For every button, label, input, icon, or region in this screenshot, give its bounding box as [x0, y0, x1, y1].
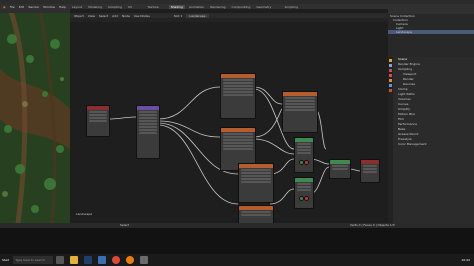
material-tab-icon[interactable] — [389, 89, 392, 92]
material-output-node-header — [361, 160, 379, 164]
menu-edit[interactable]: Edit — [19, 5, 25, 9]
mapping-node[interactable] — [136, 105, 160, 159]
menu-window[interactable]: Window — [43, 5, 55, 9]
input-node[interactable] — [86, 105, 110, 137]
image-texture-node-1[interactable] — [220, 73, 256, 119]
image-texture-node-4-header — [239, 206, 273, 210]
output-tab-icon[interactable] — [389, 64, 392, 67]
file-explorer-icon[interactable] — [70, 256, 79, 264]
task-view-icon[interactable] — [56, 256, 65, 264]
modifier-tab-icon[interactable] — [389, 84, 392, 87]
tab-sculpting[interactable]: Sculpting — [106, 5, 124, 9]
start-button[interactable]: Start — [2, 258, 9, 262]
blender-logo-icon[interactable]: ◉ — [3, 5, 6, 9]
node-editor-subheader — [70, 18, 388, 22]
image-viewer[interactable] — [0, 9, 70, 223]
store-icon[interactable] — [98, 256, 107, 264]
tab-rendering[interactable]: Rendering — [208, 5, 227, 9]
outliner-row-selected[interactable]: Landscape — [388, 30, 474, 34]
menu-help[interactable]: Help — [59, 5, 66, 9]
status-left: Select — [120, 223, 130, 227]
tab-compositing[interactable]: Compositing — [230, 5, 253, 9]
color-socket[interactable] — [304, 196, 309, 201]
properties-tab-strip[interactable] — [388, 57, 393, 223]
object-tab-icon[interactable] — [389, 79, 392, 82]
search-placeholder: Type here to search — [15, 258, 45, 262]
material-name-label: Landscape — [76, 212, 93, 216]
outliner[interactable]: Scene Collection Collection Camera Light… — [388, 9, 474, 57]
tab-scripting[interactable]: Scripting — [283, 5, 300, 9]
shader-node-editor[interactable]: Landscape — [70, 9, 388, 225]
color-socket[interactable] — [304, 160, 309, 165]
header-view[interactable]: View — [88, 14, 95, 18]
tab-geometry-nodes[interactable]: Geometry Nodes — [254, 5, 280, 13]
render-tab-icon[interactable] — [389, 59, 392, 62]
texture-preview-image — [0, 9, 70, 223]
clock[interactable]: 10:42 — [461, 258, 470, 262]
taskbar: Start Type here to search 10:42 — [0, 254, 474, 266]
image-texture-node-2-header — [221, 128, 255, 132]
tab-animation[interactable]: Animation — [187, 5, 206, 9]
bsdf-node-2-header — [295, 178, 313, 182]
image-viewer-header — [0, 9, 70, 13]
tab-layout[interactable]: Layout — [70, 5, 84, 9]
image-texture-node-1-header — [221, 74, 255, 78]
slot-dropdown[interactable]: Slot 1 — [174, 14, 183, 18]
tab-uv-editing[interactable]: UV Editing — [126, 5, 144, 13]
tab-texture-paint[interactable]: Texture Paint — [146, 5, 167, 13]
menu-render[interactable]: Render — [28, 5, 39, 9]
bsdf-node-1-header — [295, 138, 313, 142]
mix-node-header — [283, 92, 317, 96]
image-texture-node-3[interactable] — [238, 163, 274, 203]
desktop-background — [0, 228, 474, 254]
status-right: Verts 0 | Faces 0 | Objects 1/3 — [350, 223, 395, 227]
mapping-node-header — [137, 106, 159, 110]
app-icon[interactable] — [140, 256, 149, 264]
material-selector[interactable]: Landscape — [186, 13, 209, 18]
prop-color-management[interactable]: Color Management — [395, 142, 474, 147]
tab-modeling[interactable]: Modeling — [86, 5, 104, 9]
search-box[interactable]: Type here to search — [13, 256, 54, 264]
scene-tab-icon[interactable] — [389, 69, 392, 72]
header-object[interactable]: Object — [74, 14, 84, 18]
mix-node[interactable] — [282, 91, 318, 133]
properties-editor[interactable]: Scene Render Engine Sampling Viewport Re… — [388, 57, 474, 223]
input-node-header — [87, 106, 109, 110]
mix-shader-node[interactable] — [329, 159, 351, 179]
image-texture-node-4[interactable] — [238, 205, 274, 225]
blender-icon[interactable] — [126, 256, 135, 264]
use-nodes-checkbox[interactable]: Use Nodes — [134, 14, 150, 18]
header-node[interactable]: Node — [122, 14, 130, 18]
material-output-node[interactable] — [360, 159, 380, 183]
image-texture-node-3-header — [239, 164, 273, 168]
tab-shading[interactable]: Shading — [168, 4, 185, 9]
menu-file[interactable]: File — [10, 5, 15, 9]
mix-shader-node-header — [330, 160, 350, 164]
header-select[interactable]: Select — [99, 14, 108, 18]
header-add[interactable]: Add — [112, 14, 118, 18]
world-tab-icon[interactable] — [389, 74, 392, 77]
bsdf-node-1[interactable] — [294, 137, 314, 173]
chrome-icon[interactable] — [112, 256, 121, 264]
photoshop-icon[interactable] — [84, 256, 93, 264]
bsdf-node-2[interactable] — [294, 177, 314, 209]
